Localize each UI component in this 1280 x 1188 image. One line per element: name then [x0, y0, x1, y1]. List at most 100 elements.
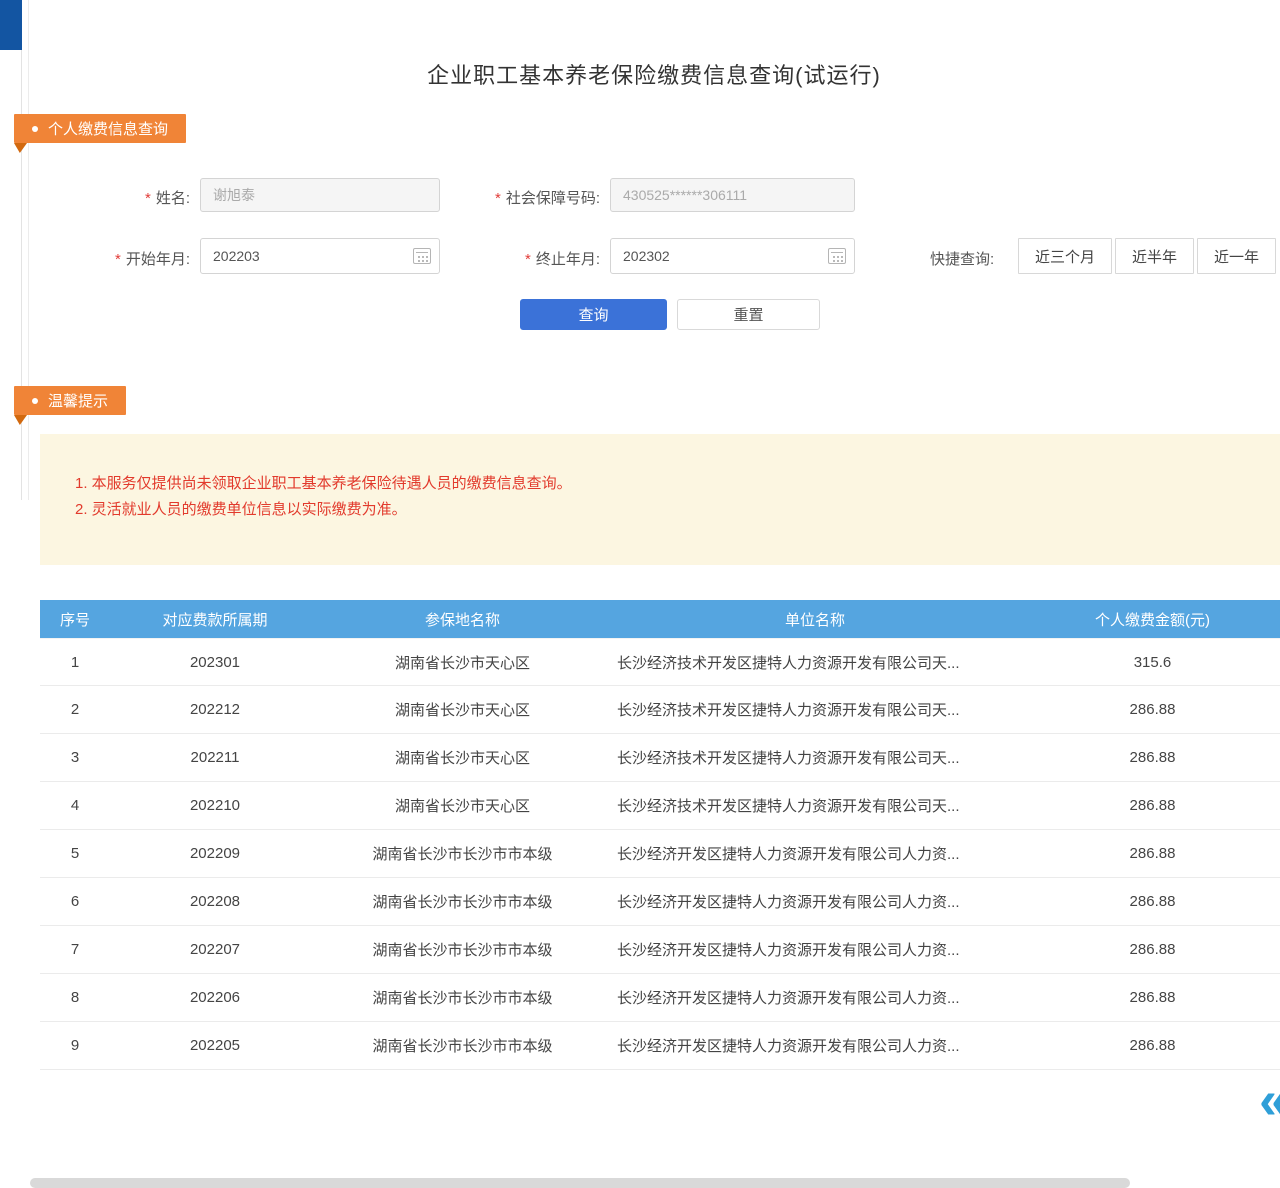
- quick-query-label: 快捷查询:: [930, 248, 994, 269]
- reset-button[interactable]: 重置: [677, 299, 820, 330]
- section-badge-query: 个人缴费信息查询: [14, 114, 186, 143]
- cell-area: 湖南省长沙市天心区: [320, 652, 605, 673]
- corner-blue-block: [0, 0, 22, 50]
- cell-area: 湖南省长沙市天心区: [320, 699, 605, 720]
- cell-seq: 7: [40, 941, 110, 958]
- horizontal-scrollbar[interactable]: [30, 1178, 1130, 1188]
- cell-company: 长沙经济开发区捷特人力资源开发有限公司人力资...: [605, 891, 1025, 912]
- table-row: 2 202212 湖南省长沙市天心区 长沙经济技术开发区捷特人力资源开发有限公司…: [40, 686, 1280, 734]
- pension-query-page: 企业职工基本养老保险缴费信息查询(试运行) 个人缴费信息查询 *姓名: *社会保…: [0, 0, 1280, 1188]
- section-badge-tips-label: 温馨提示: [48, 390, 108, 411]
- end-month-input[interactable]: [610, 238, 855, 274]
- calendar-icon[interactable]: [413, 248, 431, 264]
- cell-amount: 286.88: [1025, 893, 1280, 910]
- col-header-seq: 序号: [40, 609, 110, 630]
- cell-period: 202211: [110, 749, 320, 766]
- cell-period: 202208: [110, 893, 320, 910]
- cell-company: 长沙经济开发区捷特人力资源开发有限公司人力资...: [605, 987, 1025, 1008]
- cell-period: 202206: [110, 989, 320, 1006]
- table-row: 4 202210 湖南省长沙市天心区 长沙经济技术开发区捷特人力资源开发有限公司…: [40, 782, 1280, 830]
- col-header-period: 对应费款所属期: [110, 609, 320, 630]
- start-month-wrap: [200, 238, 440, 274]
- table-row: 1 202301 湖南省长沙市天心区 长沙经济技术开发区捷特人力资源开发有限公司…: [40, 638, 1280, 686]
- cell-seq: 3: [40, 749, 110, 766]
- tips-panel: 1. 本服务仅提供尚未领取企业职工基本养老保险待遇人员的缴费信息查询。 2. 灵…: [40, 434, 1280, 565]
- ssn-input: [610, 178, 855, 212]
- cell-period: 202212: [110, 701, 320, 718]
- cell-company: 长沙经济开发区捷特人力资源开发有限公司人力资...: [605, 939, 1025, 960]
- cell-area: 湖南省长沙市长沙市市本级: [320, 1035, 605, 1056]
- required-asterisk: *: [495, 190, 501, 207]
- cell-period: 202207: [110, 941, 320, 958]
- cell-seq: 2: [40, 701, 110, 718]
- cell-amount: 315.6: [1025, 654, 1280, 671]
- table-row: 8 202206 湖南省长沙市长沙市市本级 长沙经济开发区捷特人力资源开发有限公…: [40, 974, 1280, 1022]
- quick-query-group: 近三个月 近半年 近一年: [1018, 238, 1276, 274]
- calendar-icon[interactable]: [828, 248, 846, 264]
- cell-amount: 286.88: [1025, 1037, 1280, 1054]
- quick-button-halfyear[interactable]: 近半年: [1115, 238, 1194, 274]
- left-sidebar-strip: [0, 0, 22, 500]
- ssn-field-wrap: [610, 178, 855, 212]
- cell-amount: 286.88: [1025, 701, 1280, 718]
- cell-period: 202301: [110, 654, 320, 671]
- cell-company: 长沙经济技术开发区捷特人力资源开发有限公司天...: [605, 747, 1025, 768]
- cell-area: 湖南省长沙市长沙市市本级: [320, 987, 605, 1008]
- query-button[interactable]: 查询: [520, 299, 667, 330]
- cell-seq: 9: [40, 1037, 110, 1054]
- payment-table: 序号 对应费款所属期 参保地名称 单位名称 个人缴费金额(元) 1 202301…: [40, 600, 1280, 1070]
- start-month-input[interactable]: [200, 238, 440, 274]
- cell-seq: 1: [40, 654, 110, 671]
- cell-area: 湖南省长沙市长沙市市本级: [320, 843, 605, 864]
- col-header-amount: 个人缴费金额(元): [1025, 609, 1280, 630]
- cell-amount: 286.88: [1025, 941, 1280, 958]
- table-row: 6 202208 湖南省长沙市长沙市市本级 长沙经济开发区捷特人力资源开发有限公…: [40, 878, 1280, 926]
- cell-amount: 286.88: [1025, 989, 1280, 1006]
- name-field-wrap: [200, 178, 440, 212]
- cell-area: 湖南省长沙市长沙市市本级: [320, 939, 605, 960]
- end-month-wrap: [610, 238, 855, 274]
- section-badge-tips: 温馨提示: [14, 386, 126, 415]
- cell-company: 长沙经济技术开发区捷特人力资源开发有限公司天...: [605, 699, 1025, 720]
- name-label: *姓名:: [60, 187, 190, 208]
- table-header-row: 序号 对应费款所属期 参保地名称 单位名称 个人缴费金额(元): [40, 600, 1280, 638]
- cell-seq: 6: [40, 893, 110, 910]
- cell-seq: 5: [40, 845, 110, 862]
- cell-amount: 286.88: [1025, 749, 1280, 766]
- name-input: [200, 178, 440, 212]
- cell-company: 长沙经济开发区捷特人力资源开发有限公司人力资...: [605, 843, 1025, 864]
- cell-area: 湖南省长沙市天心区: [320, 795, 605, 816]
- bullet-dot-icon: [32, 398, 38, 404]
- cell-period: 202205: [110, 1037, 320, 1054]
- end-month-label: *终止年月:: [440, 248, 600, 269]
- quick-button-1year[interactable]: 近一年: [1197, 238, 1276, 274]
- table-body: 1 202301 湖南省长沙市天心区 长沙经济技术开发区捷特人力资源开发有限公司…: [40, 638, 1280, 1070]
- cell-seq: 8: [40, 989, 110, 1006]
- required-asterisk: *: [115, 251, 121, 268]
- table-row: 3 202211 湖南省长沙市天心区 长沙经济技术开发区捷特人力资源开发有限公司…: [40, 734, 1280, 782]
- section-badge-query-label: 个人缴费信息查询: [48, 118, 168, 139]
- cell-seq: 4: [40, 797, 110, 814]
- collapse-panel-icon[interactable]: «: [1259, 1072, 1280, 1128]
- tip-line-2: 2. 灵活就业人员的缴费单位信息以实际缴费为准。: [75, 497, 1260, 523]
- bullet-dot-icon: [32, 126, 38, 132]
- cell-company: 长沙经济开发区捷特人力资源开发有限公司人力资...: [605, 1035, 1025, 1056]
- table-row: 7 202207 湖南省长沙市长沙市市本级 长沙经济开发区捷特人力资源开发有限公…: [40, 926, 1280, 974]
- required-asterisk: *: [525, 251, 531, 268]
- quick-button-3months[interactable]: 近三个月: [1018, 238, 1112, 274]
- page-title: 企业职工基本养老保险缴费信息查询(试运行): [28, 58, 1280, 90]
- required-asterisk: *: [145, 190, 151, 207]
- start-month-label: *开始年月:: [60, 248, 190, 269]
- cell-area: 湖南省长沙市长沙市市本级: [320, 891, 605, 912]
- ssn-label: *社会保障号码:: [440, 187, 600, 208]
- col-header-company: 单位名称: [605, 609, 1025, 630]
- cell-period: 202209: [110, 845, 320, 862]
- col-header-area: 参保地名称: [320, 609, 605, 630]
- tip-line-1: 1. 本服务仅提供尚未领取企业职工基本养老保险待遇人员的缴费信息查询。: [75, 471, 1260, 497]
- table-row: 9 202205 湖南省长沙市长沙市市本级 长沙经济开发区捷特人力资源开发有限公…: [40, 1022, 1280, 1070]
- cell-company: 长沙经济技术开发区捷特人力资源开发有限公司天...: [605, 652, 1025, 673]
- cell-company: 长沙经济技术开发区捷特人力资源开发有限公司天...: [605, 795, 1025, 816]
- cell-amount: 286.88: [1025, 845, 1280, 862]
- cell-amount: 286.88: [1025, 797, 1280, 814]
- cell-period: 202210: [110, 797, 320, 814]
